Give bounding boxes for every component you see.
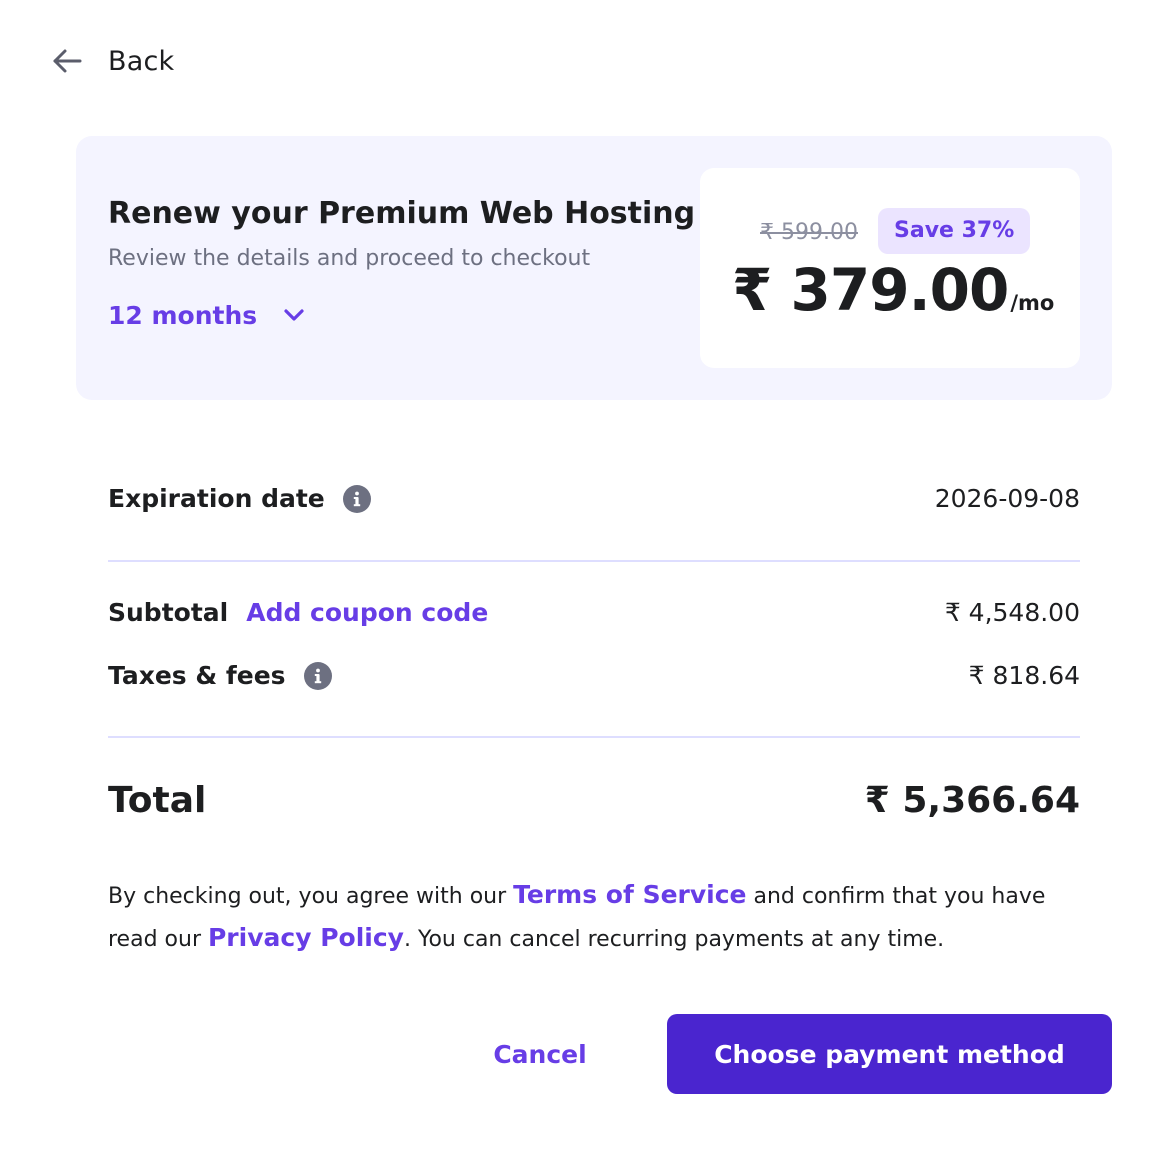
billing-period-dropdown[interactable]: 12 months: [108, 300, 309, 330]
legal-notice: By checking out, you agree with our Term…: [108, 874, 1080, 960]
total-row: Total ₹ 5,366.64: [108, 780, 1080, 821]
legal-text: By checking out, you agree with our: [108, 884, 514, 909]
arrow-left-icon: [50, 44, 84, 78]
total-label: Total: [108, 780, 207, 821]
divider: [108, 736, 1080, 738]
price-unit: /mo: [1010, 291, 1055, 315]
current-price-row: ₹ 379.00 /mo: [732, 256, 1054, 324]
subtotal-value: ₹ 4,548.00: [944, 598, 1080, 627]
back-label: Back: [108, 45, 175, 77]
info-icon[interactable]: [342, 484, 371, 513]
choose-payment-method-button[interactable]: Choose payment method: [667, 1014, 1112, 1094]
subtotal-row: Subtotal Add coupon code ₹ 4,548.00: [108, 598, 1080, 627]
current-price: ₹ 379.00: [732, 256, 1009, 324]
price-box: ₹ 599.00 Save 37% ₹ 379.00 /mo: [700, 168, 1080, 368]
renewal-checkout-page: Back Renew your Premium Web Hosting Revi…: [0, 0, 1176, 1156]
taxes-value: ₹ 818.64: [968, 661, 1080, 690]
plan-subtitle: Review the details and proceed to checko…: [108, 246, 591, 271]
legal-text: . You can cancel recurring payments at a…: [403, 927, 945, 952]
info-icon[interactable]: [303, 661, 332, 690]
expiration-row: Expiration date 2026-09-08: [108, 484, 1080, 513]
original-price: ₹ 599.00: [760, 220, 858, 245]
divider: [108, 560, 1080, 562]
plan-title: Renew your Premium Web Hosting: [108, 196, 696, 231]
expiration-label: Expiration date: [108, 484, 325, 513]
taxes-label: Taxes & fees: [108, 661, 286, 690]
total-value: ₹ 5,366.64: [864, 780, 1080, 821]
chevron-down-icon: [279, 300, 309, 330]
billing-period-value: 12 months: [108, 300, 258, 330]
taxes-row: Taxes & fees ₹ 818.64: [108, 661, 1080, 690]
terms-of-service-link[interactable]: Terms of Service: [513, 880, 746, 909]
cancel-button[interactable]: Cancel: [470, 1014, 610, 1094]
save-badge: Save 37%: [878, 208, 1031, 254]
expiration-value: 2026-09-08: [934, 484, 1080, 513]
plan-summary-card: Renew your Premium Web Hosting Review th…: [76, 136, 1112, 400]
subtotal-label: Subtotal: [108, 598, 229, 627]
add-coupon-link[interactable]: Add coupon code: [246, 598, 488, 627]
privacy-policy-link[interactable]: Privacy Policy: [208, 923, 404, 952]
back-link[interactable]: Back: [50, 44, 174, 78]
